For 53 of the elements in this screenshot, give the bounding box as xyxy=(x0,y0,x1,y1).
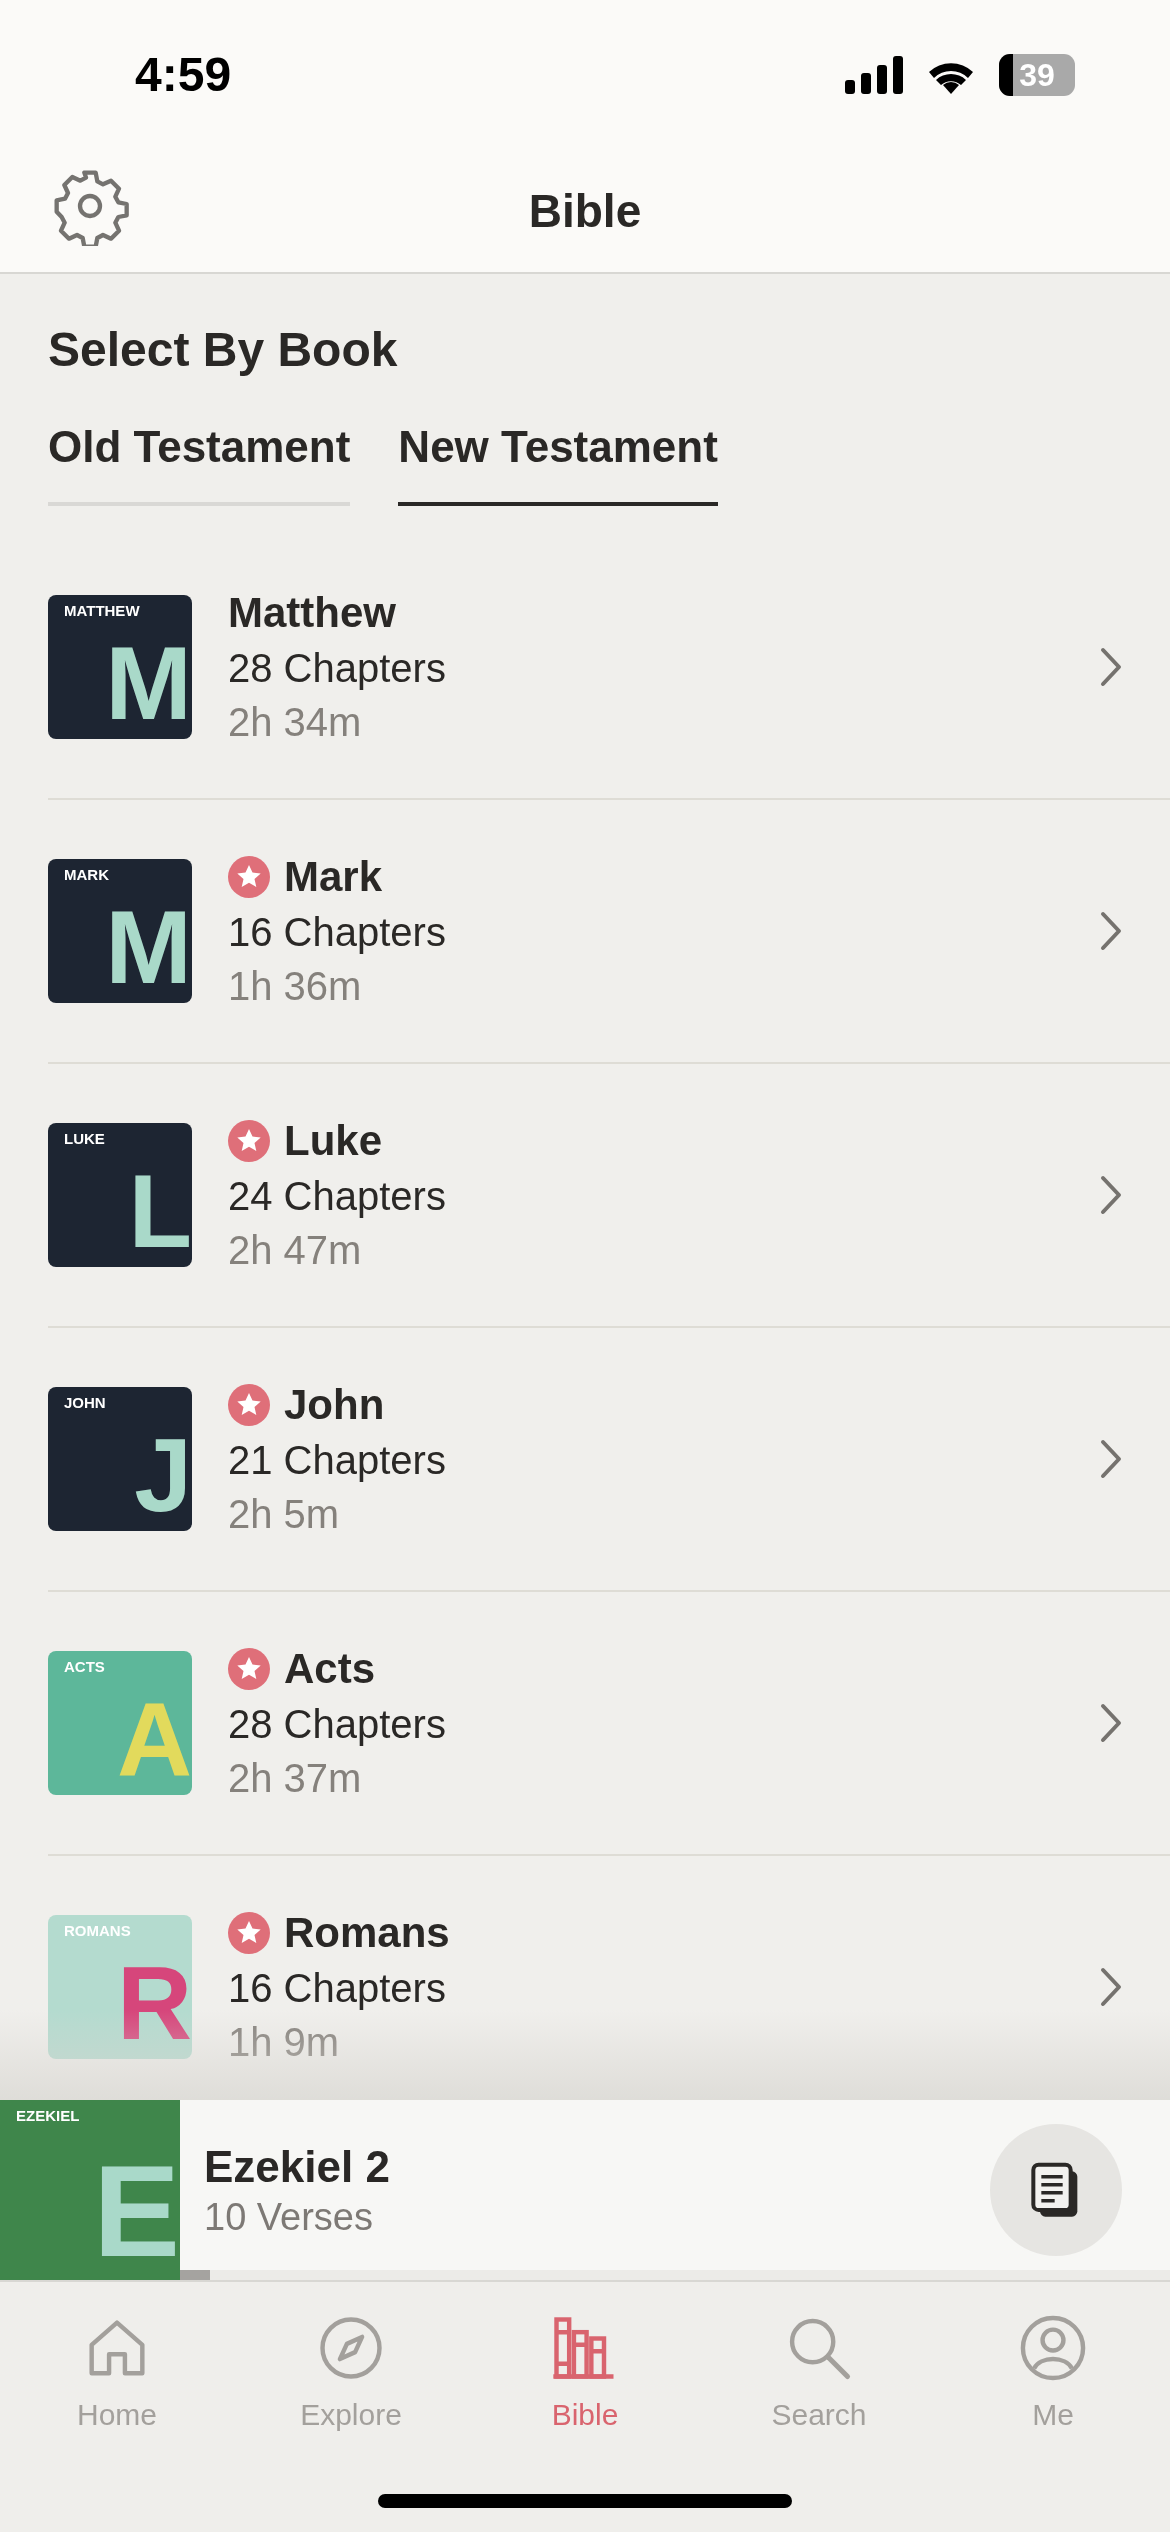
battery-level: 39 xyxy=(1019,59,1055,91)
chapter-count: 16 Chapters xyxy=(228,1965,447,2013)
book-name: Luke xyxy=(284,1115,383,1166)
book-name: Mark xyxy=(284,851,383,902)
cover-title: MATTHEW xyxy=(64,603,140,618)
book-name: John xyxy=(284,1379,385,1430)
cover-letter: M xyxy=(105,631,192,735)
cover-letter: A xyxy=(116,1687,192,1791)
chapter-count: 21 Chapters xyxy=(228,1437,447,1485)
book-name: Acts xyxy=(284,1643,376,1694)
signal-icon xyxy=(845,56,903,94)
book-duration: 2h 34m xyxy=(228,699,363,747)
book-name: Romans xyxy=(284,1907,450,1958)
book-duration: 1h 36m xyxy=(228,963,363,1011)
tab-label: Explore xyxy=(300,2397,402,2433)
cover-letter: R xyxy=(116,1951,192,2055)
chapter-count: 28 Chapters xyxy=(228,645,447,693)
book-duration: 2h 47m xyxy=(228,1227,363,1275)
now-playing-title: Ezekiel 2 xyxy=(204,2140,391,2193)
chevron-right-icon xyxy=(1100,1175,1122,1215)
cover-title: ACTS xyxy=(64,1659,105,1674)
tab-label: Bible xyxy=(551,2397,619,2433)
chapter-count: 24 Chapters xyxy=(228,1173,447,1221)
section-title: Select By Book xyxy=(47,322,399,378)
testament-tab[interactable]: New Testament xyxy=(398,414,718,506)
cover-title: JOHN xyxy=(64,1395,106,1410)
cover-letter: J xyxy=(134,1423,192,1527)
cover-title: EZEKIEL xyxy=(16,2108,80,2123)
chevron-right-icon xyxy=(1100,1967,1122,2007)
cover-title: ROMANS xyxy=(64,1923,131,1938)
cover-letter: M xyxy=(105,895,192,999)
tab-label: Me xyxy=(1032,2397,1074,2433)
status-time: 4:59 xyxy=(135,47,232,103)
cover-letter: E xyxy=(93,2146,180,2276)
chevron-right-icon xyxy=(1100,911,1122,951)
testament-tab[interactable]: Old Testament xyxy=(48,414,351,506)
page-title: Bible xyxy=(528,183,642,239)
tab-label: Search xyxy=(771,2397,867,2433)
book-name: Matthew xyxy=(228,587,396,638)
cover-letter: L xyxy=(128,1159,192,1263)
chevron-right-icon xyxy=(1100,1703,1122,1743)
chevron-right-icon xyxy=(1100,1439,1122,1479)
book-duration: 2h 37m xyxy=(228,1755,363,1803)
chapter-count: 16 Chapters xyxy=(228,909,447,957)
book-duration: 1h 9m xyxy=(228,2019,341,2067)
book-duration: 2h 5m xyxy=(228,1491,341,1539)
cover-title: LUKE xyxy=(64,1131,105,1146)
tab-label: Home xyxy=(77,2397,157,2433)
now-playing-subtitle: 10 Verses xyxy=(204,2194,374,2240)
cover-title: MARK xyxy=(64,867,109,882)
chapter-count: 28 Chapters xyxy=(228,1701,447,1749)
chevron-right-icon xyxy=(1100,647,1122,687)
battery-charge xyxy=(999,54,1013,96)
